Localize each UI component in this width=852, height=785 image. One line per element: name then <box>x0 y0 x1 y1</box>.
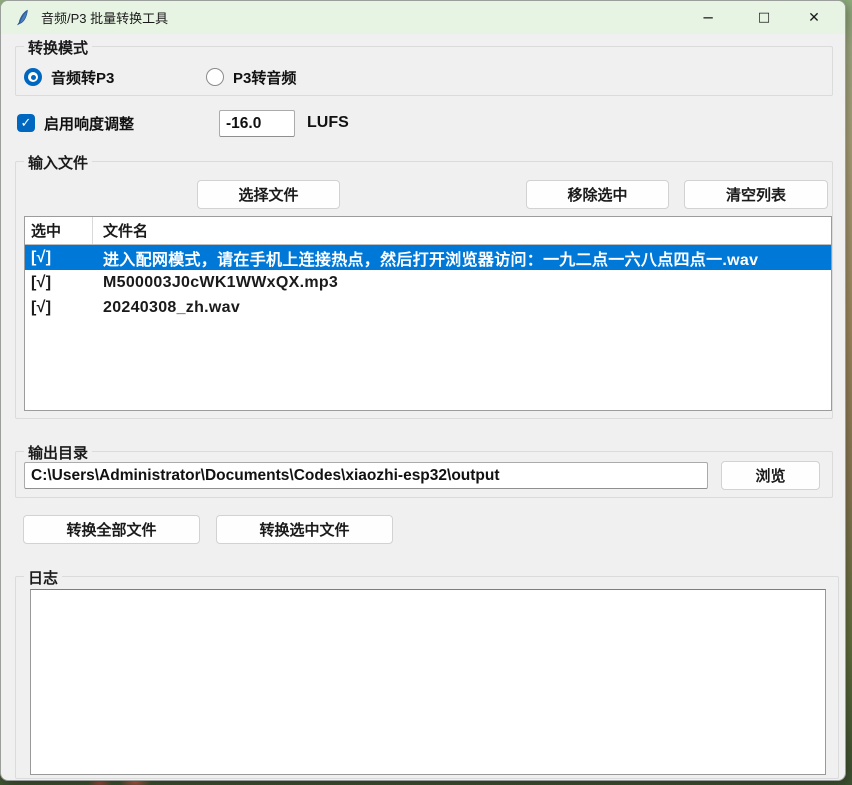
radio-audio-to-p3-label: 音频转P3 <box>51 67 114 88</box>
column-header-checked[interactable]: 选中 <box>25 217 93 244</box>
convert-all-button[interactable]: 转换全部文件 <box>23 515 200 544</box>
titlebar: 音频/P3 批量转换工具 ─ □ ✕ <box>1 1 845 34</box>
row-filename: M500003J0cWK1WWxQX.mp3 <box>93 274 831 292</box>
minimize-button[interactable]: ─ <box>683 1 733 34</box>
remove-selected-button[interactable]: 移除选中 <box>526 180 669 209</box>
output-dir-input[interactable] <box>24 462 708 489</box>
convert-selected-label: 转换选中文件 <box>259 519 349 540</box>
table-row[interactable]: [√] 进入配网模式，请在手机上连接热点，然后打开浏览器访问：一九二点一六八点四… <box>25 245 831 270</box>
table-row[interactable]: [√] M500003J0cWK1WWxQX.mp3 <box>25 270 831 295</box>
mode-group-label: 转换模式 <box>24 37 92 58</box>
column-header-filename[interactable]: 文件名 <box>93 217 831 244</box>
browse-label: 浏览 <box>755 465 785 486</box>
output-dir-group-label: 输出目录 <box>24 442 92 463</box>
row-check-mark: [√] <box>25 274 93 292</box>
radio-audio-to-p3[interactable]: 音频转P3 <box>24 65 114 89</box>
convert-selected-button[interactable]: 转换选中文件 <box>216 515 393 544</box>
close-icon: ✕ <box>808 10 820 26</box>
close-button[interactable]: ✕ <box>789 1 839 34</box>
file-table: 选中 文件名 [√] 进入配网模式，请在手机上连接热点，然后打开浏览器访问：一九… <box>24 216 832 411</box>
mode-groupbox: 转换模式 音频转P3 P3转音频 <box>15 46 833 96</box>
check-glyph: ✓ <box>21 115 32 131</box>
radio-unselected-icon <box>206 68 224 86</box>
lufs-label: LUFS <box>307 114 349 132</box>
remove-selected-label: 移除选中 <box>567 184 627 205</box>
input-files-groupbox: 输入文件 选择文件 移除选中 清空列表 选中 文件名 [√] 进入配网模式，请在… <box>15 161 833 419</box>
minimize-icon: ─ <box>703 9 712 27</box>
radio-p3-to-audio[interactable]: P3转音频 <box>206 65 296 89</box>
row-filename: 进入配网模式，请在手机上连接热点，然后打开浏览器访问：一九二点一六八点四点一.w… <box>93 246 831 270</box>
radio-p3-to-audio-label: P3转音频 <box>233 67 296 88</box>
table-row[interactable]: [√] 20240308_zh.wav <box>25 295 831 320</box>
radio-selected-icon <box>24 68 42 86</box>
log-group-label: 日志 <box>24 567 62 588</box>
python-feather-icon <box>14 9 31 26</box>
loudness-checkbox-row[interactable]: ✓ 启用响度调整 <box>17 111 134 135</box>
browse-button[interactable]: 浏览 <box>721 461 820 490</box>
file-table-header: 选中 文件名 <box>25 217 831 245</box>
output-dir-groupbox: 输出目录 浏览 <box>15 451 833 498</box>
window-title: 音频/P3 批量转换工具 <box>41 8 168 27</box>
loudness-input[interactable] <box>219 110 295 137</box>
log-groupbox: 日志 <box>15 576 839 779</box>
maximize-icon: □ <box>758 10 770 25</box>
input-files-group-label: 输入文件 <box>24 152 92 173</box>
select-files-button[interactable]: 选择文件 <box>197 180 340 209</box>
clear-list-label: 清空列表 <box>726 184 786 205</box>
row-check-mark: [√] <box>25 249 93 267</box>
convert-all-label: 转换全部文件 <box>66 519 156 540</box>
select-files-label: 选择文件 <box>238 184 298 205</box>
row-check-mark: [√] <box>25 299 93 317</box>
clear-list-button[interactable]: 清空列表 <box>684 180 828 209</box>
log-textarea[interactable] <box>30 589 826 775</box>
loudness-checkbox-label: 启用响度调整 <box>44 113 134 134</box>
app-window: 音频/P3 批量转换工具 ─ □ ✕ 转换模式 音频转P3 P3转音频 ✓ 启用… <box>0 0 846 781</box>
row-filename: 20240308_zh.wav <box>93 299 831 317</box>
checkbox-checked-icon: ✓ <box>17 114 35 132</box>
maximize-button[interactable]: □ <box>739 1 789 34</box>
